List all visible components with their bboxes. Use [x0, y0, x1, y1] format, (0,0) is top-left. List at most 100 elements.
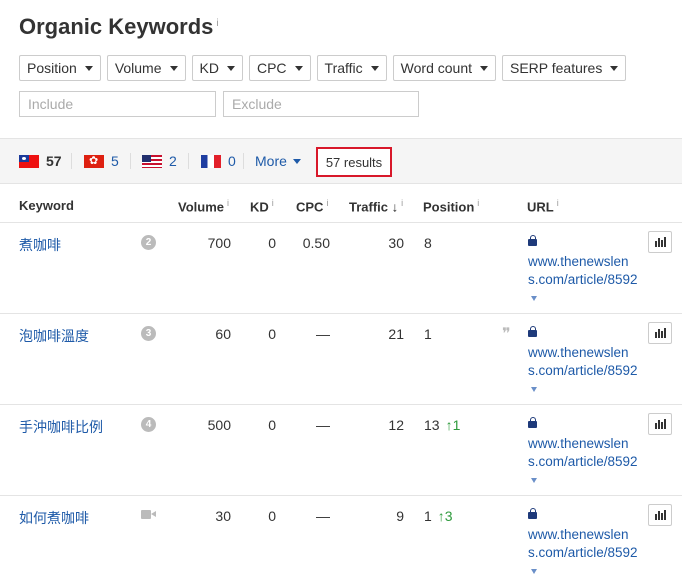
hong-kong-flag-icon [84, 154, 104, 168]
traffic-value: 9 [396, 508, 404, 524]
country-count: 0 [228, 153, 236, 169]
info-icon[interactable]: i [401, 198, 403, 208]
chart-button[interactable] [648, 504, 672, 526]
chart-button[interactable] [648, 231, 672, 253]
cpc-value: 0.50 [302, 235, 330, 251]
url-link[interactable]: www.thenewslens.com/article/8592 [528, 526, 638, 580]
table-row: 煮咖啡 2 700 0 0.50 30 8 www.thenewslens.co… [0, 223, 682, 314]
word-count-filter-dropdown[interactable]: Word count [392, 55, 496, 81]
header-label: Position [423, 199, 475, 215]
traffic-value: 21 [388, 326, 404, 342]
url-link[interactable]: www.thenewslens.com/article/8592 [528, 253, 638, 307]
traffic-value: 12 [388, 417, 404, 433]
results-count: 57 results [316, 147, 392, 177]
united-states-flag-icon [142, 154, 162, 168]
chart-button[interactable] [648, 322, 672, 344]
position-number: 1 [424, 508, 432, 524]
position-filter-dropdown[interactable]: Position [19, 55, 101, 81]
column-header-volume[interactable]: Volume i [178, 198, 229, 214]
country-tab-hong-kong[interactable]: 5 [84, 153, 119, 169]
info-icon[interactable]: i [326, 198, 328, 208]
sort-desc-icon: ↓ [391, 199, 399, 215]
lock-icon [528, 508, 537, 519]
keyword-link[interactable]: 煮咖啡 [19, 235, 61, 255]
filter-label: KD [199, 60, 219, 76]
position-value: 1 [424, 326, 432, 342]
info-icon[interactable]: i [557, 198, 559, 208]
info-icon[interactable]: i [216, 18, 218, 29]
position-number: 1 [424, 326, 432, 342]
volume-filter-dropdown[interactable]: Volume [106, 55, 186, 81]
caret-down-icon[interactable] [531, 568, 537, 574]
caret-down-icon[interactable] [531, 477, 537, 483]
column-header-kd[interactable]: KD i [250, 198, 274, 214]
caret-down-icon [294, 65, 303, 71]
cpc-value: — [316, 326, 330, 342]
filter-label: SERP features [510, 60, 603, 76]
traffic-filter-dropdown[interactable]: Traffic [316, 55, 387, 81]
header-label: Volume [178, 199, 224, 215]
country-tab-france[interactable]: 0 [201, 153, 236, 169]
volume-value: 60 [215, 326, 231, 342]
more-countries-dropdown[interactable]: More [255, 153, 301, 169]
kd-value: 0 [268, 417, 276, 433]
caret-down-icon [480, 65, 488, 71]
cpc-value: — [316, 417, 330, 433]
country-count: 57 [46, 153, 62, 169]
page-title: Organic Keywords i [19, 14, 219, 40]
caret-down-icon [169, 65, 178, 71]
position-value: 1 ↑3 [424, 508, 453, 524]
keyword-link[interactable]: 如何煮咖啡 [19, 508, 89, 528]
chart-icon [654, 241, 657, 247]
info-icon[interactable]: i [477, 198, 479, 208]
country-tab-taiwan[interactable]: 57 [19, 153, 62, 169]
country-tab-united-states[interactable]: 2 [142, 153, 177, 169]
more-label: More [255, 153, 287, 169]
column-header-position[interactable]: Position i [423, 198, 479, 214]
caret-down-icon [610, 65, 619, 71]
kd-filter-dropdown[interactable]: KD [191, 55, 243, 81]
country-bar: 57 5 2 0 More 57 results [0, 138, 682, 184]
cpc-filter-dropdown[interactable]: CPC [248, 55, 311, 81]
url-text: www.thenewslens.com/article/8592 [528, 527, 638, 560]
column-header-keyword[interactable]: Keyword [19, 198, 74, 213]
filter-bar: Position Volume KD CPC Traffic Word coun… [19, 55, 627, 81]
exclude-input[interactable] [223, 91, 419, 117]
serp-rank-badge: 4 [141, 417, 156, 432]
position-value: 13 ↑1 [424, 417, 460, 433]
country-count: 2 [169, 153, 177, 169]
url-text: www.thenewslens.com/article/8592 [528, 345, 638, 378]
lock-icon [528, 417, 537, 428]
caret-down-icon[interactable] [531, 295, 537, 301]
url-link[interactable]: www.thenewslens.com/article/8592 [528, 435, 638, 489]
filter-label: Position [27, 60, 77, 76]
traffic-value: 30 [388, 235, 404, 251]
include-input[interactable] [19, 91, 216, 117]
serp-rank-badge: 3 [141, 326, 156, 341]
chart-icon [654, 514, 657, 520]
chart-button[interactable] [648, 413, 672, 435]
column-header-url[interactable]: URL i [527, 198, 559, 214]
info-icon[interactable]: i [272, 198, 274, 208]
cpc-value: — [316, 508, 330, 524]
caret-down-icon [370, 65, 379, 71]
url-link[interactable]: www.thenewslens.com/article/8592 [528, 344, 638, 398]
serp-features-filter-dropdown[interactable]: SERP features [502, 55, 627, 81]
volume-value: 30 [215, 508, 231, 524]
kd-value: 0 [268, 326, 276, 342]
france-flag-icon [201, 154, 221, 168]
column-header-cpc[interactable]: CPC i [296, 198, 328, 214]
column-header-traffic[interactable]: Traffic ↓ i [349, 198, 403, 214]
kd-value: 0 [268, 508, 276, 524]
keyword-link[interactable]: 泡咖啡溫度 [19, 326, 89, 346]
volume-value: 500 [207, 417, 231, 433]
serp-rank-badge: 2 [141, 235, 156, 250]
caret-down-icon[interactable] [531, 386, 537, 392]
caret-down-icon [292, 158, 301, 164]
table-row: 如何煮咖啡 30 0 — 9 1 ↑3 www.thenewslens.com/a… [0, 496, 682, 584]
info-icon[interactable]: i [227, 198, 229, 208]
url-text: www.thenewslens.com/article/8592 [528, 436, 638, 469]
keyword-link[interactable]: 手沖咖啡比例 [19, 417, 103, 437]
chart-icon [654, 332, 657, 338]
divider [243, 153, 244, 169]
